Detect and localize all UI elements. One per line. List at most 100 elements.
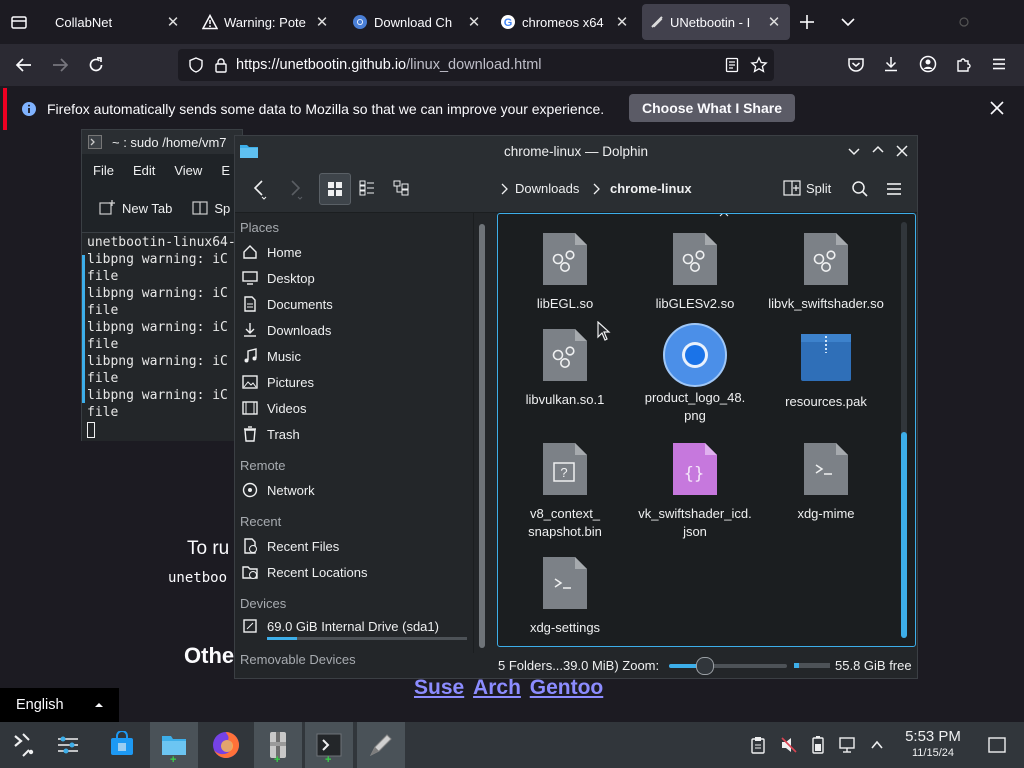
menu-edit[interactable]: Edit [133,163,155,178]
system-settings-icon[interactable] [44,722,92,768]
dolphin-taskbar-icon[interactable]: + [150,722,198,768]
compact-view-icon[interactable] [359,180,375,196]
network-wired-icon[interactable] [838,736,856,754]
dolphin-titlebar[interactable]: chrome-linux — Dolphin [235,136,917,166]
file-item[interactable]: libGLESv2.so [630,231,760,313]
choose-what-i-share-button[interactable]: Choose What I Share [629,94,795,122]
place-music[interactable]: Music [241,344,301,368]
downloads-icon[interactable] [882,55,900,73]
tracking-shield-icon[interactable] [188,57,204,73]
reload-icon[interactable] [86,55,106,75]
hamburger-menu-icon[interactable] [885,180,903,198]
place-pictures[interactable]: Pictures [241,370,314,394]
tab-chromeos[interactable]: G chromeos x64 ✕ [494,4,638,40]
close-icon[interactable]: ✕ [466,13,482,31]
place-videos[interactable]: Videos [241,396,307,420]
split-button[interactable]: Sp [214,201,230,216]
file-view[interactable]: libEGL.so libGLESv2.so libvk_swiftshader… [497,213,916,647]
close-icon[interactable] [989,100,1005,116]
lock-icon[interactable] [214,57,228,73]
place-documents[interactable]: Documents [241,292,333,316]
scrollbar-thumb[interactable] [479,224,485,648]
file-item[interactable]: libvk_swiftshader.so [761,231,891,313]
icons-view-icon[interactable] [319,173,351,205]
close-icon[interactable]: ✕ [165,13,181,31]
forward-chevron-icon[interactable] [287,178,303,200]
file-item[interactable]: product_logo_48. png [630,323,760,425]
split-view-icon[interactable] [192,200,208,216]
file-item[interactable]: resources.pak [761,331,891,411]
account-icon[interactable] [919,55,937,73]
hamburger-menu-icon[interactable] [990,55,1008,73]
breadcrumb-downloads[interactable]: Downloads [515,181,579,196]
file-item[interactable]: xdg-settings [500,555,630,637]
close-icon[interactable]: ✕ [314,13,330,31]
zoom-slider-handle[interactable] [696,657,715,675]
file-item[interactable]: ? v8_context_ snapshot.bin [500,441,630,541]
place-home[interactable]: Home [241,240,302,264]
forward-arrow-icon[interactable] [50,55,70,75]
split-button[interactable]: Split [806,181,831,196]
menu-more[interactable]: E [221,163,230,178]
tab-collabnet[interactable]: CollabNet ✕ [45,4,189,40]
place-internal-drive[interactable]: 69.0 GiB Internal Drive (sda1) [241,614,439,638]
konsole-taskbar-icon[interactable]: + [305,722,353,768]
place-recent-locations[interactable]: Recent Locations [241,560,367,584]
battery-icon[interactable] [812,736,824,754]
back-chevron-icon[interactable] [251,178,267,200]
link-gentoo[interactable]: Gentoo [530,676,604,699]
details-view-icon[interactable] [393,180,411,196]
back-arrow-icon[interactable] [14,55,34,75]
firefox-icon[interactable] [202,722,250,768]
tab-warning[interactable]: Warning: Pote ✕ [194,4,338,40]
volume-muted-icon[interactable] [780,736,798,754]
place-trash[interactable]: Trash [241,422,300,446]
extensions-puzzle-icon[interactable] [955,55,973,73]
kwrite-taskbar-icon[interactable] [357,722,405,768]
scrollbar-thumb[interactable] [901,432,907,638]
clipboard-icon[interactable] [750,736,766,754]
close-icon[interactable]: ✕ [766,13,782,31]
konsole-titlebar[interactable]: ~ : sudo /home/vm7 [82,130,242,154]
url-bar[interactable]: https://unetbootin.github.io/linux_downl… [178,49,774,81]
link-arch[interactable]: Arch [473,676,521,699]
discover-store-icon[interactable] [98,722,146,768]
file-view-scrollbar[interactable] [901,222,907,638]
bookmark-star-icon[interactable] [750,56,768,74]
menu-view[interactable]: View [174,163,202,178]
tab-list-chevron-down-icon[interactable] [838,12,858,32]
show-desktop-icon[interactable] [988,737,1006,753]
close-icon[interactable] [895,144,909,158]
place-network[interactable]: Network [241,478,315,502]
new-tab-icon[interactable] [98,199,116,217]
close-icon[interactable]: ✕ [614,13,630,31]
tab-unetbootin[interactable]: UNetbootin - I ✕ [642,4,790,40]
link-suse[interactable]: Suse [414,676,464,699]
split-view-icon[interactable] [783,180,801,196]
url-text[interactable]: https://unetbootin.github.io/linux_downl… [236,57,542,73]
breadcrumb-chrome-linux[interactable]: chrome-linux [610,181,692,196]
unetbootin-taskbar-icon[interactable]: + [254,722,302,768]
place-recent-files[interactable]: Recent Files [241,534,339,558]
tray-expand-chevron-up-icon[interactable] [870,738,884,752]
menu-file[interactable]: File [93,163,114,178]
terminal-output[interactable]: unetbootin-linux64- libpng warning: iC fil… [82,232,242,441]
chevron-down-icon[interactable] [847,144,861,158]
place-downloads[interactable]: Downloads [241,318,331,342]
new-tab-button[interactable]: New Tab [122,201,172,216]
zoom-slider[interactable] [669,657,787,675]
pocket-icon[interactable] [847,56,865,74]
window-minimize-icon[interactable] [958,16,970,28]
file-item[interactable]: libEGL.so [500,231,630,313]
places-scrollbar[interactable] [479,224,485,648]
chevron-up-icon[interactable] [871,143,885,157]
language-selector[interactable]: English [0,688,119,722]
tab-overview-icon[interactable] [10,13,28,31]
digital-clock[interactable]: 5:53 PM 11/15/24 [895,728,971,760]
reader-view-icon[interactable] [724,57,740,73]
search-icon[interactable] [851,180,869,198]
file-item[interactable]: {} vk_swiftshader_icd. json [630,441,760,541]
file-item[interactable]: xdg-mime [761,441,891,523]
place-desktop[interactable]: Desktop [241,266,315,290]
application-launcher-icon[interactable] [0,722,48,768]
